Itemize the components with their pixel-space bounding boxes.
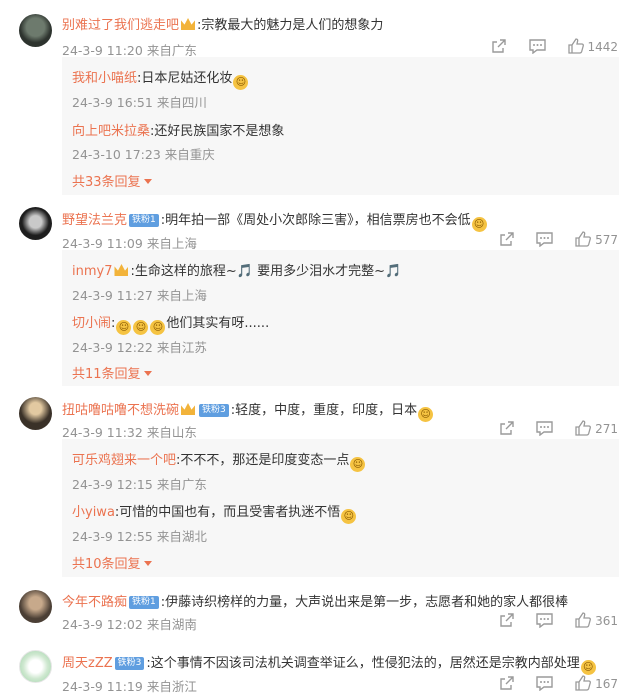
timestamp: 24-3-9 12:02 (62, 617, 143, 632)
reply-list: 可乐鸡翅来一个吧:不不不，那还是印度变态一点 ☺ 24-3-9 12:15 来自广… (62, 439, 619, 577)
like-icon (575, 231, 592, 247)
reply-text: :还好民族国家不是想象 (150, 124, 285, 139)
like-icon (567, 38, 584, 54)
reply-text: 他们其实有呀...... (166, 316, 270, 331)
reply-username[interactable]: 我和小喵纸 (72, 71, 137, 86)
avatar[interactable] (19, 14, 52, 47)
username[interactable]: 周天zZZ (62, 656, 113, 671)
like-count: 167 (595, 677, 618, 691)
comment-icon[interactable] (536, 612, 554, 628)
emoji-icon: ☺ (350, 457, 366, 472)
username[interactable]: 野望法兰克 (62, 213, 127, 228)
reply-timestamp: 24-3-9 11:27 (72, 288, 153, 303)
chevron-down-icon (143, 371, 152, 376)
avatar[interactable] (19, 397, 52, 430)
like-button[interactable]: 577 (575, 231, 618, 247)
reply-text: :日本尼姑还化妆 (137, 71, 233, 86)
chevron-down-icon (143, 179, 152, 184)
reply-username[interactable]: 向上吧米拉桑 (72, 124, 150, 139)
emoji-icon: ☺ (233, 75, 249, 90)
comment-text: :宗教最大的魅力是人们的想象力 (197, 18, 384, 33)
location: 来自广东 (146, 43, 197, 58)
more-replies-link[interactable]: 共11条回复 (72, 363, 152, 382)
share-icon[interactable] (491, 38, 507, 54)
chevron-down-icon (143, 561, 152, 566)
reply-location: 来自湖北 (156, 529, 207, 544)
comment-text: :明年拍一部《周处小次郎除三害》，相信票房也不会低 (160, 213, 471, 228)
comment-text: :伊藤诗织榜样的力量，大声说出来是第一步，志愿者和她的家人都很棒 (160, 595, 569, 610)
more-replies-link[interactable]: 共33条回复 (72, 171, 152, 190)
like-icon (575, 420, 592, 436)
share-icon[interactable] (499, 612, 515, 628)
location: 来自湖南 (146, 617, 197, 632)
avatar[interactable] (19, 650, 52, 683)
like-icon (575, 675, 592, 691)
fan-badge: 铁粉3 (199, 404, 229, 417)
location: 来自浙江 (146, 679, 197, 694)
reply-location: 来自广东 (156, 477, 207, 492)
username[interactable]: 别难过了我们逃走吧 (62, 18, 179, 33)
reply-list: inmy7 :生命这样的旅程~🎵 要用多少泪水才完整~🎵 24-3-9 11:27… (62, 250, 619, 386)
more-replies-link[interactable]: 共10条回复 (72, 553, 152, 572)
reply-timestamp: 24-3-9 12:22 (72, 340, 153, 355)
reply-list: 我和小喵纸:日本尼姑还化妆 ☺ 24-3-9 16:51 来自四川 向上吧米拉桑:… (62, 57, 619, 195)
share-icon[interactable] (499, 675, 515, 691)
comment-text: :轻度，中度，重度，印度，日本 (230, 403, 418, 418)
timestamp: 24-3-9 11:20 (62, 43, 143, 58)
like-count: 577 (595, 233, 618, 247)
reply-timestamp: 24-3-9 16:51 (72, 95, 153, 110)
avatar[interactable] (19, 590, 52, 623)
comment-icon[interactable] (536, 420, 554, 436)
crown-icon (181, 403, 196, 415)
fan-badge: 铁粉1 (129, 214, 159, 227)
crown-icon (181, 18, 196, 30)
like-count: 361 (595, 614, 618, 628)
reply-username[interactable]: 小yiwa (72, 505, 115, 520)
like-button[interactable]: 167 (575, 675, 618, 691)
like-button[interactable]: 271 (575, 420, 618, 436)
reply-location: 来自上海 (156, 288, 207, 303)
emoji-icon: ☺ (116, 320, 132, 335)
reply-text: :生命这样的旅程~🎵 要用多少泪水才完整~🎵 (130, 264, 402, 279)
emoji-icon: ☺ (418, 407, 434, 422)
comment-text: :这个事情不因该司法机关调查举证么，性侵犯法的，居然还是宗教内部处理 (146, 656, 580, 671)
emoji-icon: ☺ (341, 509, 357, 524)
comment-icon[interactable] (529, 38, 546, 54)
like-button[interactable]: 1442 (567, 38, 618, 54)
username[interactable]: 扭咕噜咕噜不想洗碗 (62, 403, 179, 418)
avatar[interactable] (19, 207, 52, 240)
comment-icon[interactable] (536, 231, 554, 247)
crown-icon (114, 264, 129, 276)
location: 来自山东 (146, 425, 197, 440)
username[interactable]: 今年不路痴 (62, 595, 127, 610)
like-button[interactable]: 361 (575, 612, 618, 628)
reply-text: :不不不，那还是印度变态一点 (176, 453, 350, 468)
share-icon[interactable] (499, 420, 515, 436)
reply-timestamp: 24-3-10 17:23 (72, 147, 161, 162)
share-icon[interactable] (499, 231, 515, 247)
timestamp: 24-3-9 11:32 (62, 425, 143, 440)
fan-badge: 铁粉3 (114, 657, 145, 670)
location: 来自上海 (146, 236, 197, 251)
like-count: 1442 (587, 40, 618, 54)
reply-location: 来自重庆 (164, 147, 215, 162)
comment-icon[interactable] (536, 675, 554, 691)
like-icon (575, 612, 592, 628)
reply-username[interactable]: 切小闹 (72, 316, 111, 331)
reply-text: :可惜的中国也有，而且受害者执迷不悟 (114, 505, 341, 520)
emoji-icon: ☺ (133, 320, 149, 335)
reply-username[interactable]: 可乐鸡翅来一个吧 (72, 453, 176, 468)
emoji-icon: ☺ (471, 217, 487, 232)
reply-location: 来自江苏 (156, 340, 207, 355)
emoji-icon: ☺ (580, 660, 596, 675)
reply-timestamp: 24-3-9 12:55 (72, 529, 153, 544)
emoji-icon: ☺ (150, 320, 166, 335)
reply-timestamp: 24-3-9 12:15 (72, 477, 153, 492)
fan-badge: 铁粉1 (129, 596, 159, 609)
timestamp: 24-3-9 11:19 (62, 679, 143, 694)
timestamp: 24-3-9 11:09 (62, 236, 143, 251)
like-count: 271 (595, 422, 618, 436)
reply-username[interactable]: inmy7 (72, 264, 112, 279)
reply-location: 来自四川 (156, 95, 207, 110)
